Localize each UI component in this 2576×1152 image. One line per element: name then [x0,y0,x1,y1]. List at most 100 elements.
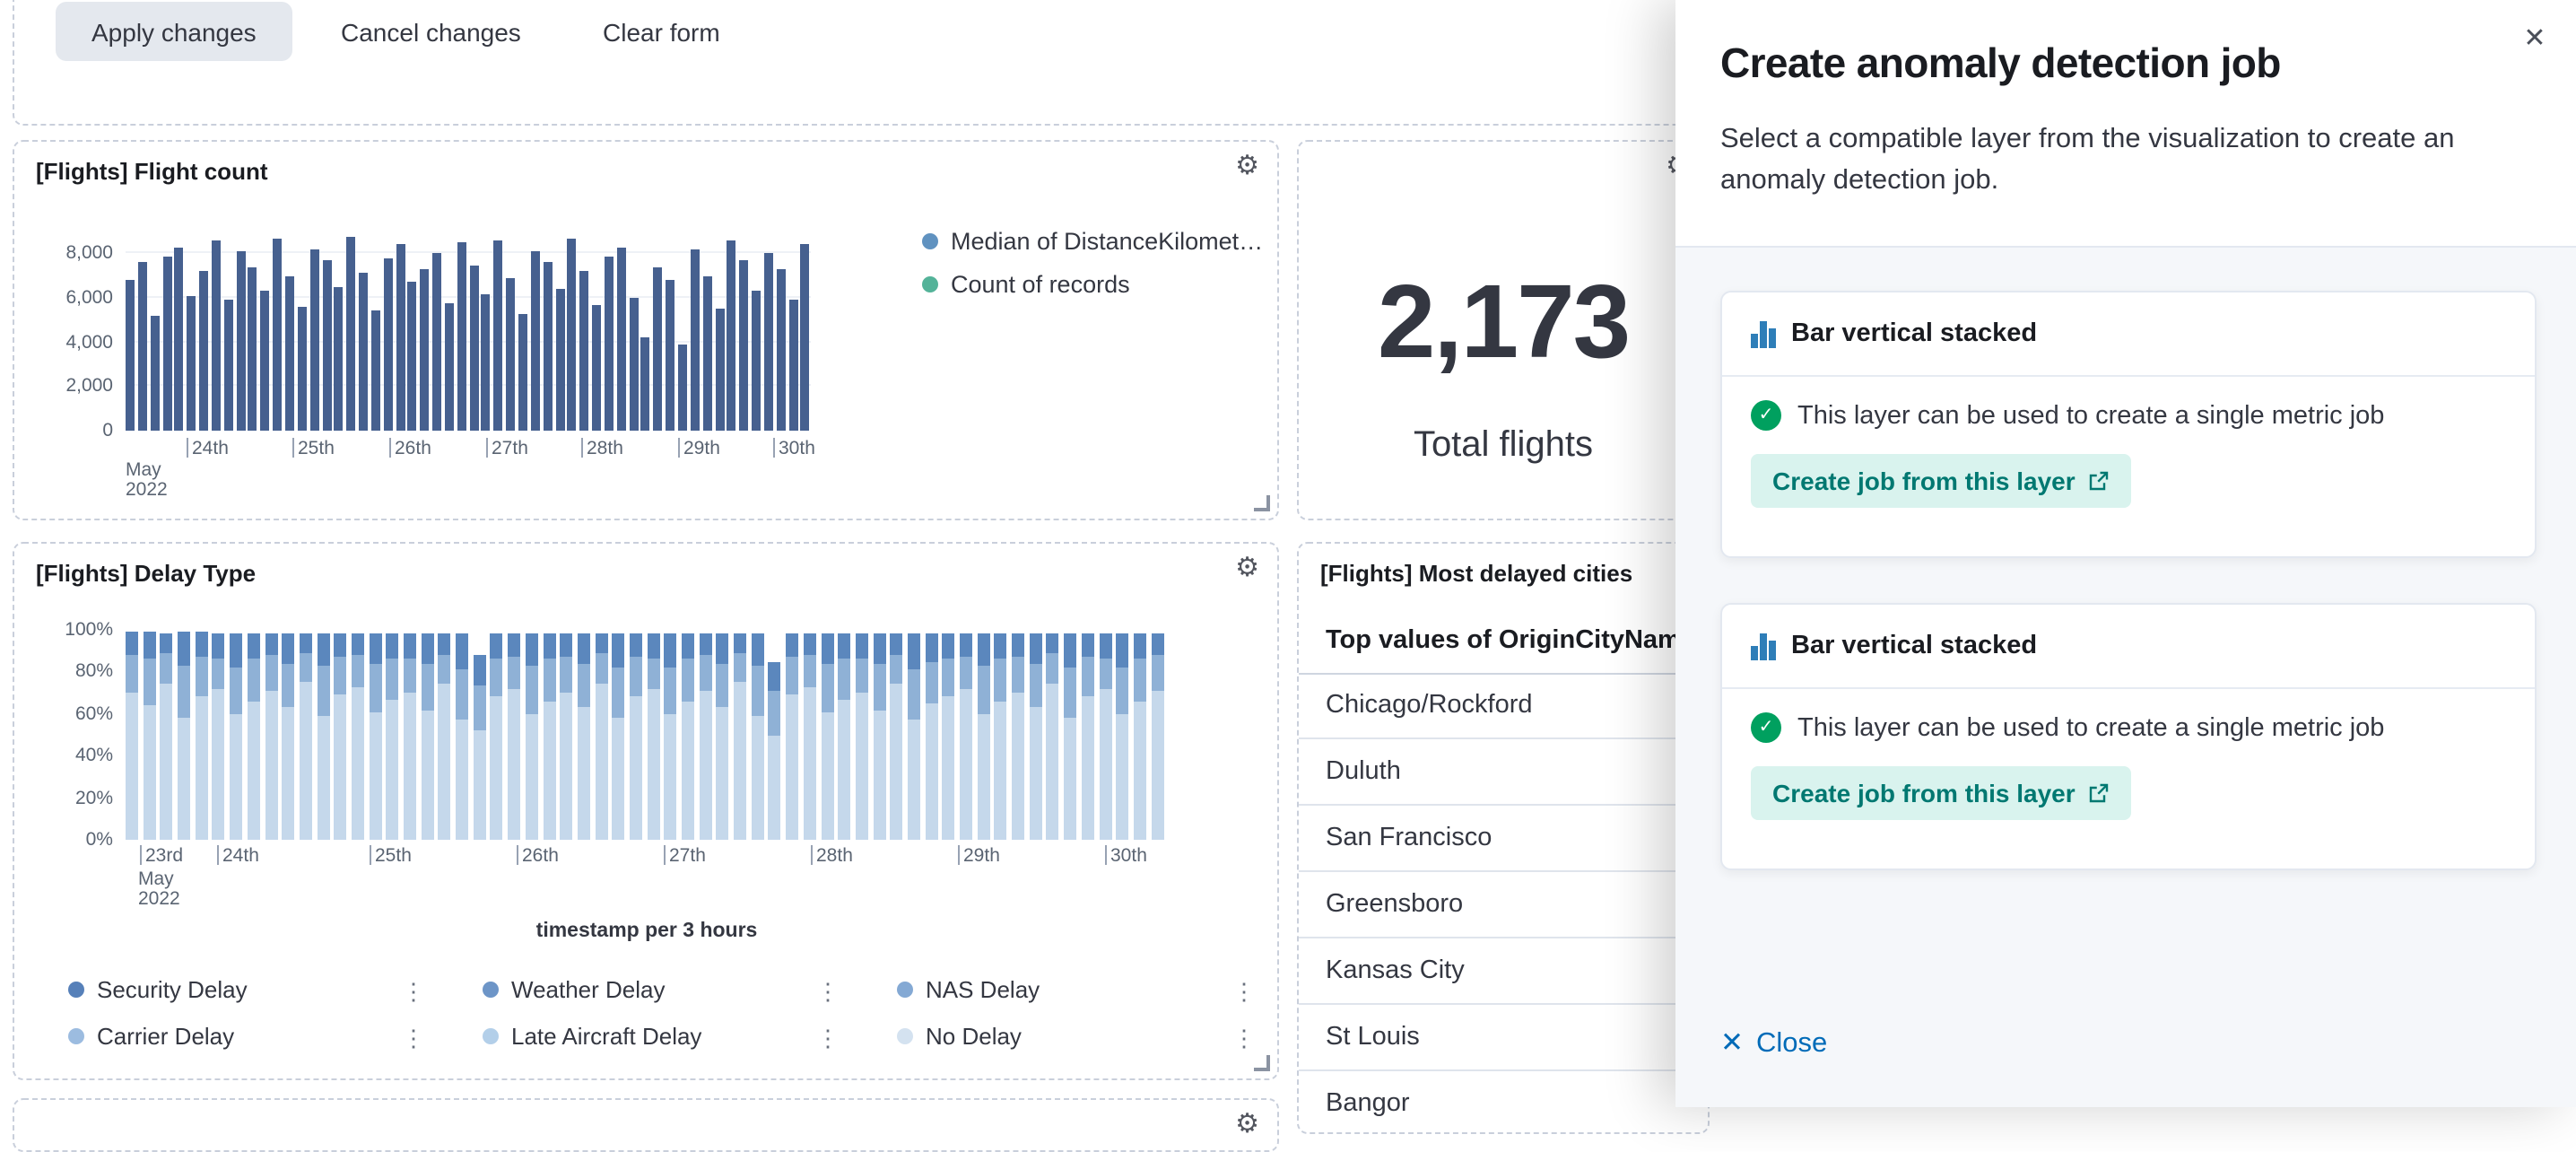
flight-count-bar [605,256,614,431]
legend-dot [897,1028,913,1044]
flight-count-bar [579,271,588,431]
legend-dot [922,276,938,292]
x-axis-tick: 29th [678,438,720,459]
table-rows: Chicago/RockfordDuluthSan FranciscoGreen… [1299,673,1708,1134]
table-row[interactable]: Bangor [1299,1071,1708,1134]
flight-count-bar [739,260,748,431]
flight-count-bar [248,266,257,431]
clear-form-button[interactable]: Clear form [592,2,731,61]
y-axis-label: 8,000 [65,243,113,265]
flight-count-bar [212,240,221,431]
legend-options-icon[interactable]: ⋮ [816,978,838,1007]
controls-panel: Apply changes Cancel changes Clear form [13,0,1889,126]
flight-count-bar [224,300,233,431]
check-circle-icon: ✓ [1751,400,1781,431]
apply-changes-button[interactable]: Apply changes [56,2,292,61]
flight-count-bar [801,245,810,431]
legend-options-icon[interactable]: ⋮ [816,1025,838,1053]
table-header-label: Top values of OriginCityName [1326,626,1695,655]
table-header[interactable]: Top values of OriginCityName [1299,615,1708,675]
legend-item-late-aircraft-delay[interactable]: Late Aircraft Delay [483,1023,701,1050]
y-axis-label: 4,000 [65,331,113,353]
create-job-button[interactable]: Create job from this layer [1751,454,2131,508]
legend-label: Count of records [951,271,1130,298]
flight-count-bar [236,251,245,431]
legend-options-icon[interactable]: ⋮ [1232,1025,1254,1053]
flight-count-bar [678,345,687,431]
layer-card-body: ✓ This layer can be used to create a sin… [1722,377,2535,508]
legend-item-median[interactable]: Median of DistanceKilomet… [922,228,1263,255]
flyout-close-button[interactable]: ✕ Close [1720,1026,1827,1060]
panel-resize-handle[interactable] [1254,1055,1270,1071]
legend-item-no-delay[interactable]: No Delay [897,1023,1022,1050]
table-row[interactable]: Chicago/Rockford [1299,673,1708,739]
legend-options-icon[interactable]: ⋮ [402,1025,423,1053]
create-anomaly-job-flyout: ✕ Create anomaly detection job Select a … [1675,0,2576,1107]
table-row[interactable]: Kansas City [1299,938,1708,1005]
legend-item-count[interactable]: Count of records [922,271,1263,298]
flight-count-bar [408,283,417,431]
flight-count-bar [752,292,761,431]
flight-count-bar [494,240,503,431]
table-row[interactable]: San Francisco [1299,806,1708,872]
flight-count-legend: Median of DistanceKilomet… Count of reco… [922,228,1263,314]
x-axis-tick: 26th [389,438,431,459]
flight-count-bar [346,236,355,431]
legend-dot [897,982,913,998]
flyout-body: Bar vertical stacked ✓ This layer can be… [1675,246,2576,1107]
flight-count-bar [309,249,318,431]
flight-count-bar [175,247,184,431]
table-row[interactable]: St Louis [1299,1005,1708,1071]
flight-count-bar [568,238,577,431]
legend-item-security-delay[interactable]: Security Delay [68,976,248,1003]
legend-dot [483,1028,499,1044]
table-row[interactable]: Duluth [1299,739,1708,806]
check-circle-icon: ✓ [1751,712,1781,743]
legend-dot [68,1028,84,1044]
table-row[interactable]: Greensboro [1299,872,1708,938]
layer-name: Bar vertical stacked [1791,632,2037,660]
layer-card: Bar vertical stacked ✓ This layer can be… [1720,291,2537,558]
flyout-title: Create anomaly detection job [1720,39,2281,88]
panel-total-flights: ⚙ 2,173 Total flights [1297,140,1710,520]
flight-count-bar [126,280,135,431]
y-axis-label: 0 [102,420,113,441]
panel-resize-handle[interactable] [1254,495,1270,511]
legend-options-icon[interactable]: ⋮ [402,978,423,1007]
flight-count-bar [629,298,638,431]
x-axis-tick: 28th [581,438,623,459]
flight-count-bar [776,269,785,431]
flight-count-bar [764,254,773,431]
x-axis-tick: 25th [292,438,335,459]
flight-count-bar [396,245,405,431]
panel-title: [Flights] Most delayed cities [1320,560,1632,587]
flight-count-bar [371,311,380,431]
x-axis-tick: 27th [486,438,528,459]
gear-icon[interactable]: ⚙ [1235,153,1259,179]
gear-icon[interactable]: ⚙ [1235,1111,1259,1138]
layer-card: Bar vertical stacked ✓ This layer can be… [1720,603,2537,870]
flight-count-xticks: 24th25th26th27th28th29th30th [126,438,843,463]
app-screen: Apply changes Cancel changes Clear form … [0,0,2576,1107]
legend-label: No Delay [926,1023,1022,1050]
flight-count-bar [506,278,515,431]
flight-count-bar [162,256,171,431]
close-icon[interactable]: ✕ [2511,14,2558,61]
legend-label: Security Delay [97,976,248,1003]
cancel-changes-button[interactable]: Cancel changes [330,2,532,61]
create-job-button[interactable]: Create job from this layer [1751,766,2131,820]
flight-count-bars [126,231,811,431]
compatibility-text: This layer can be used to create a singl… [1797,401,2384,430]
legend-options-icon[interactable]: ⋮ [1232,978,1254,1007]
legend-item-weather-delay[interactable]: Weather Delay [483,976,666,1003]
flight-count-bar [518,313,527,431]
legend-item-carrier-delay[interactable]: Carrier Delay [68,1023,234,1050]
compatibility-row: ✓ This layer can be used to create a sin… [1751,400,2506,431]
legend-item-nas-delay[interactable]: NAS Delay [897,976,1040,1003]
flight-count-bar [727,240,736,431]
layer-card-header: Bar vertical stacked [1722,605,2535,689]
flight-count-bar [199,271,208,431]
x-axis-tick: 30th [773,438,815,459]
layer-card-header: Bar vertical stacked [1722,292,2535,377]
flight-count-bar [543,263,552,431]
